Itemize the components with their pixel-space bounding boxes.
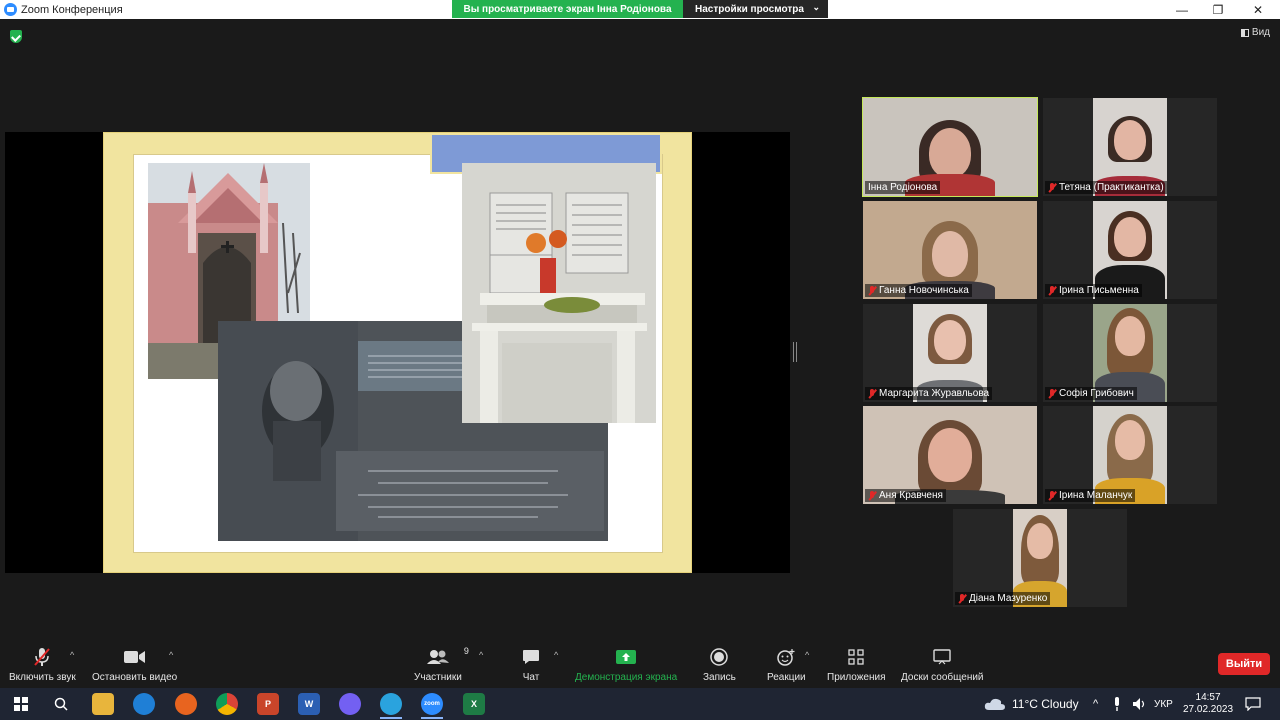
firefox-icon[interactable] (175, 693, 197, 715)
apps-button[interactable]: Приложения (827, 646, 886, 683)
viber-icon[interactable] (339, 693, 361, 715)
mic-muted-icon (868, 285, 876, 296)
share-screen-button[interactable]: Демонстрация экрана (575, 646, 677, 683)
video-options-caret-icon[interactable]: ^ (169, 650, 173, 660)
participant-name-tag: Діана Мазуренко (955, 592, 1051, 605)
telegram-icon[interactable] (380, 693, 402, 715)
excel-icon[interactable]: X (463, 693, 485, 715)
whiteboard-icon (933, 649, 951, 665)
minimize-icon[interactable]: — (1164, 0, 1200, 19)
video-tile[interactable]: Ірина Маланчук (1043, 406, 1217, 504)
video-tile[interactable]: Інна Родіонова (862, 97, 1038, 197)
notifications-icon[interactable] (1245, 688, 1261, 720)
slide-content (133, 133, 663, 553)
video-tile[interactable]: Аня Кравченя (863, 406, 1037, 504)
participants-icon (426, 650, 449, 664)
apps-icon (848, 649, 864, 665)
view-button[interactable]: Вид (1240, 27, 1270, 38)
microphone-tray-icon[interactable] (1113, 688, 1121, 720)
weather-widget[interactable]: 11°C Cloudy (984, 688, 1079, 720)
running-indicator (380, 717, 402, 719)
unmute-button[interactable]: Включить звук (9, 646, 76, 683)
search-icon[interactable] (50, 693, 72, 715)
shared-screen (5, 132, 790, 573)
participant-name-tag: Софія Грибович (1045, 387, 1137, 400)
mic-muted-icon (868, 388, 876, 399)
clock-date: 27.02.2023 (1183, 704, 1234, 715)
security-shield-icon[interactable] (10, 30, 22, 43)
video-tile[interactable]: Тетяна (Практикантка) (1043, 98, 1217, 196)
mic-muted-icon (1048, 388, 1056, 399)
video-tile[interactable]: Маргарита Журавльова (863, 304, 1037, 402)
sharing-info: Вы просматриваете экран Інна Родіонова (452, 0, 683, 18)
close-icon[interactable]: ✕ (1240, 0, 1276, 19)
input-language[interactable]: УКР (1154, 688, 1173, 720)
record-icon (710, 648, 729, 666)
mic-muted-icon (868, 490, 876, 501)
memorial-wall-photo (462, 163, 656, 423)
show-hidden-icons-chevron-icon[interactable]: ^ (1093, 688, 1098, 720)
participants-caret-icon[interactable]: ^ (479, 650, 483, 660)
clock-time: 14:57 (1195, 692, 1221, 703)
cloud-icon (984, 698, 1005, 710)
view-layout-icon (1240, 28, 1249, 37)
view-settings-label: Настройки просмотра (695, 3, 804, 15)
participants-count: 9 (463, 646, 469, 656)
whiteboards-button[interactable]: Доски сообщений (901, 646, 984, 683)
mic-muted-icon (1048, 490, 1056, 501)
video-tile[interactable]: Діана Мазуренко (953, 509, 1127, 607)
participant-name-tag: Ірина Письменна (1045, 284, 1142, 297)
mic-muted-icon (1048, 182, 1056, 193)
participant-name-tag: Аня Кравченя (865, 489, 946, 502)
presentation-slide (103, 132, 692, 573)
video-camera-icon (123, 651, 145, 663)
running-indicator (421, 717, 443, 719)
view-label: Вид (1251, 27, 1270, 38)
windows-taskbar: P W zoom X 11°C Cloudy ^ УКР 14:57 27.02… (0, 688, 1280, 720)
chrome-icon[interactable] (216, 693, 238, 715)
windows-start-icon[interactable] (10, 693, 32, 715)
meeting-toolbar: Включить звук ^ Остановить видео ^ 9 Уча… (0, 640, 1280, 686)
participant-name-tag: Тетяна (Практикантка) (1045, 181, 1167, 194)
video-tile[interactable]: Софія Грибович (1043, 304, 1217, 402)
participant-name-tag: Маргарита Журавльова (865, 387, 993, 400)
window-title: Zoom Конференция (21, 3, 123, 16)
participant-name-tag: Ганна Новочинська (865, 284, 972, 297)
participants-button[interactable]: 9 Участники (414, 646, 469, 683)
clock[interactable]: 14:57 27.02.2023 (1183, 688, 1233, 720)
powerpoint-icon[interactable]: P (257, 693, 279, 715)
file-explorer-icon[interactable] (92, 693, 114, 715)
mic-muted-icon (1048, 285, 1056, 296)
word-icon[interactable]: W (298, 693, 320, 715)
chat-caret-icon[interactable]: ^ (554, 650, 558, 660)
record-button[interactable]: Запись (703, 646, 736, 683)
zoom-logo-icon (4, 3, 17, 16)
chat-bubble-icon (523, 650, 539, 664)
maximize-icon[interactable]: ❐ (1200, 0, 1236, 19)
microphone-muted-icon (34, 648, 51, 666)
share-banner: Вы просматриваете экран Інна Родіонова Н… (452, 0, 828, 18)
share-screen-icon (616, 650, 637, 664)
participant-name-tag: Інна Родіонова (865, 181, 941, 194)
audio-options-caret-icon[interactable]: ^ (70, 650, 74, 660)
stop-video-button[interactable]: Остановить видео (92, 646, 177, 683)
mic-muted-icon (958, 593, 966, 604)
reactions-smiley-icon (777, 649, 795, 666)
edge-browser-icon[interactable] (133, 693, 155, 715)
video-tile[interactable]: Ірина Письменна (1043, 201, 1217, 299)
reactions-button[interactable]: Реакции (767, 646, 806, 683)
chevron-down-icon: ⌄ (812, 2, 820, 12)
video-tile[interactable]: Ганна Новочинська (863, 201, 1037, 299)
volume-icon[interactable] (1132, 688, 1146, 720)
view-settings-button[interactable]: Настройки просмотра ⌄ (683, 0, 828, 18)
participant-name-tag: Ірина Маланчук (1045, 489, 1136, 502)
reactions-caret-icon[interactable]: ^ (805, 650, 809, 660)
zoom-taskbar-icon[interactable]: zoom (421, 693, 443, 715)
chat-button[interactable]: Чат (522, 646, 540, 683)
panel-resize-handle[interactable] (793, 342, 797, 362)
leave-meeting-button[interactable]: Выйти (1218, 653, 1270, 675)
